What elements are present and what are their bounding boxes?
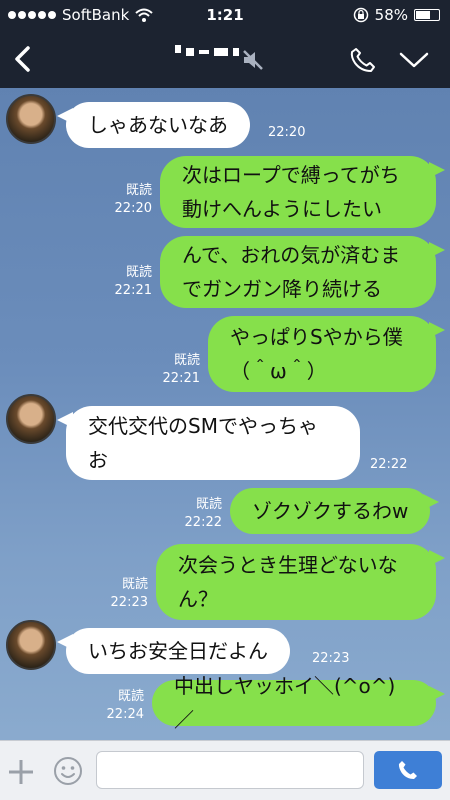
message-meta: 22:23 <box>312 650 349 668</box>
message-input-bar <box>0 740 450 800</box>
message-input[interactable] <box>96 751 364 789</box>
message-text: 交代交代のSMでやっちゃ <box>88 414 318 438</box>
message-bubble-incoming[interactable]: しゃあないなあ <box>57 102 250 148</box>
message-bubble-outgoing[interactable]: 次はロープで縛ってがち 動けへんようにしたい <box>160 156 445 228</box>
message-text: ん？ <box>178 587 218 611</box>
message-time: 22:23 <box>110 595 148 610</box>
message-meta: 既読 22:20 <box>104 182 152 218</box>
message-text: 次会うとき生理どないな <box>178 553 398 577</box>
message-bubble-incoming[interactable]: いちお安全日だよん <box>57 628 290 674</box>
avatar[interactable] <box>6 394 56 444</box>
message-time: 22:22 <box>184 515 222 530</box>
message-time: 22:21 <box>114 283 152 298</box>
chevron-down-icon[interactable] <box>398 50 430 70</box>
read-receipt: 既読 <box>125 183 152 198</box>
message-bubble-outgoing[interactable]: 次会うとき生理どないな ん？ <box>156 544 445 620</box>
message-meta: 既読 22:23 <box>100 576 148 612</box>
message-time: 22:21 <box>162 371 200 386</box>
phone-icon[interactable] <box>349 46 377 74</box>
message-time: 22:20 <box>268 125 306 140</box>
message-bubble-outgoing[interactable]: ゾクゾクするわw <box>230 488 440 534</box>
message-time: 22:24 <box>106 707 144 722</box>
message-text: やっぱりSやから僕 <box>230 325 403 349</box>
rotation-lock-icon <box>353 7 368 23</box>
message-meta: 22:22 <box>370 456 407 474</box>
battery-fill <box>416 11 430 19</box>
back-icon[interactable] <box>8 44 38 74</box>
message-text: しゃあないなあ <box>88 113 228 137</box>
message-bubble-outgoing[interactable]: んで、おれの気が済むま でガンガン降り続ける <box>160 236 445 308</box>
message-text: （＾ω＾） <box>230 359 327 383</box>
message-text: んで、おれの気が済むま <box>182 243 401 267</box>
message-text: 次はロープで縛ってがち <box>182 163 400 187</box>
message-meta: 既読 22:21 <box>104 264 152 300</box>
message-text: お <box>88 448 108 472</box>
message-meta: 既読 22:21 <box>152 352 200 388</box>
status-bar: SoftBank 1:21 58% <box>0 0 450 30</box>
message-time: 22:20 <box>114 201 152 216</box>
message-time: 22:22 <box>370 457 408 472</box>
message-text: いちお安全日だよん <box>88 639 268 663</box>
message-bubble-incoming[interactable]: 交代交代のSMでやっちゃ お <box>57 406 360 480</box>
avatar[interactable] <box>6 94 56 144</box>
message-text: 中出しヤッホイ＼(^o^)／ <box>174 674 396 732</box>
message-text: 動けへんようにしたい <box>182 197 382 221</box>
battery-icon <box>414 9 440 21</box>
message-text: でガンガン降り続ける <box>182 277 382 301</box>
emoji-icon[interactable] <box>52 755 84 787</box>
message-bubble-outgoing[interactable]: 中出しヤッホイ＼(^o^)／ <box>152 674 445 732</box>
read-receipt: 既読 <box>195 497 222 512</box>
battery-percent: 58% <box>374 6 408 24</box>
message-meta: 22:20 <box>268 124 305 142</box>
message-meta: 既読 22:24 <box>96 688 144 724</box>
chat-header <box>0 30 450 88</box>
read-receipt: 既読 <box>173 353 200 368</box>
read-receipt: 既読 <box>125 265 152 280</box>
send-button[interactable] <box>374 751 442 789</box>
phone-icon <box>398 761 417 779</box>
avatar[interactable] <box>6 620 56 670</box>
read-receipt: 既読 <box>117 689 144 704</box>
speaker-muted-icon <box>243 50 263 70</box>
message-meta: 既読 22:22 <box>174 496 222 532</box>
message-text: ゾクゾクするわw <box>252 499 409 523</box>
message-time: 22:23 <box>312 651 350 666</box>
status-right: 58% <box>353 6 440 24</box>
message-bubble-outgoing[interactable]: やっぱりSやから僕 （＾ω＾） <box>208 316 445 392</box>
contact-name-redacted <box>175 45 239 56</box>
read-receipt: 既読 <box>121 577 148 592</box>
message-list[interactable]: しゃあないなあ 22:20 既読 22:20 次はロープで縛ってがち 動けへんよ… <box>0 88 450 740</box>
plus-icon[interactable] <box>6 757 36 787</box>
